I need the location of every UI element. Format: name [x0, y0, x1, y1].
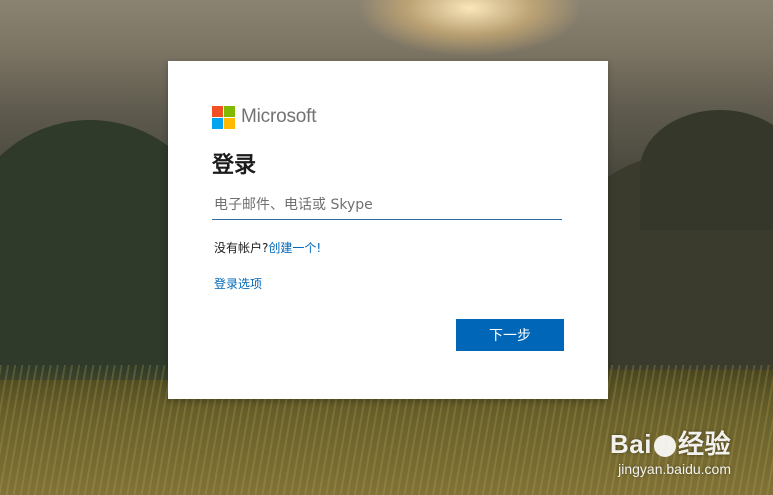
email-field-container	[212, 191, 566, 220]
logo-square-yellow	[224, 117, 235, 129]
mountain-shape	[640, 110, 773, 230]
create-account-link[interactable]: 创建一个!	[268, 241, 321, 255]
baidu-jingyan-watermark: Bai 经验 jingyan.baidu.com	[610, 424, 731, 477]
logo-square-blue	[212, 117, 223, 129]
logo-square-red	[212, 105, 223, 117]
no-account-text: 没有帐户?创建一个!	[214, 239, 321, 256]
signin-card: Microsoft 登录 没有帐户?创建一个! 登录选项 下一步	[168, 61, 608, 399]
microsoft-logo: Microsoft	[212, 105, 316, 129]
next-button[interactable]: 下一步	[456, 319, 564, 351]
signin-options-link[interactable]: 登录选项	[214, 275, 262, 292]
page-title: 登录	[212, 153, 257, 178]
watermark-url: jingyan.baidu.com	[618, 461, 731, 477]
paw-icon	[653, 435, 676, 458]
watermark-logo: Bai 经验	[610, 424, 731, 461]
windows-logo-icon	[212, 105, 235, 129]
logo-square-green	[224, 105, 235, 117]
watermark-logo-right: 经验	[677, 429, 731, 459]
no-account-label: 没有帐户?	[214, 241, 269, 255]
email-field[interactable]	[212, 191, 566, 219]
brand-name: Microsoft	[241, 106, 317, 127]
watermark-logo-left: Bai	[610, 429, 652, 459]
